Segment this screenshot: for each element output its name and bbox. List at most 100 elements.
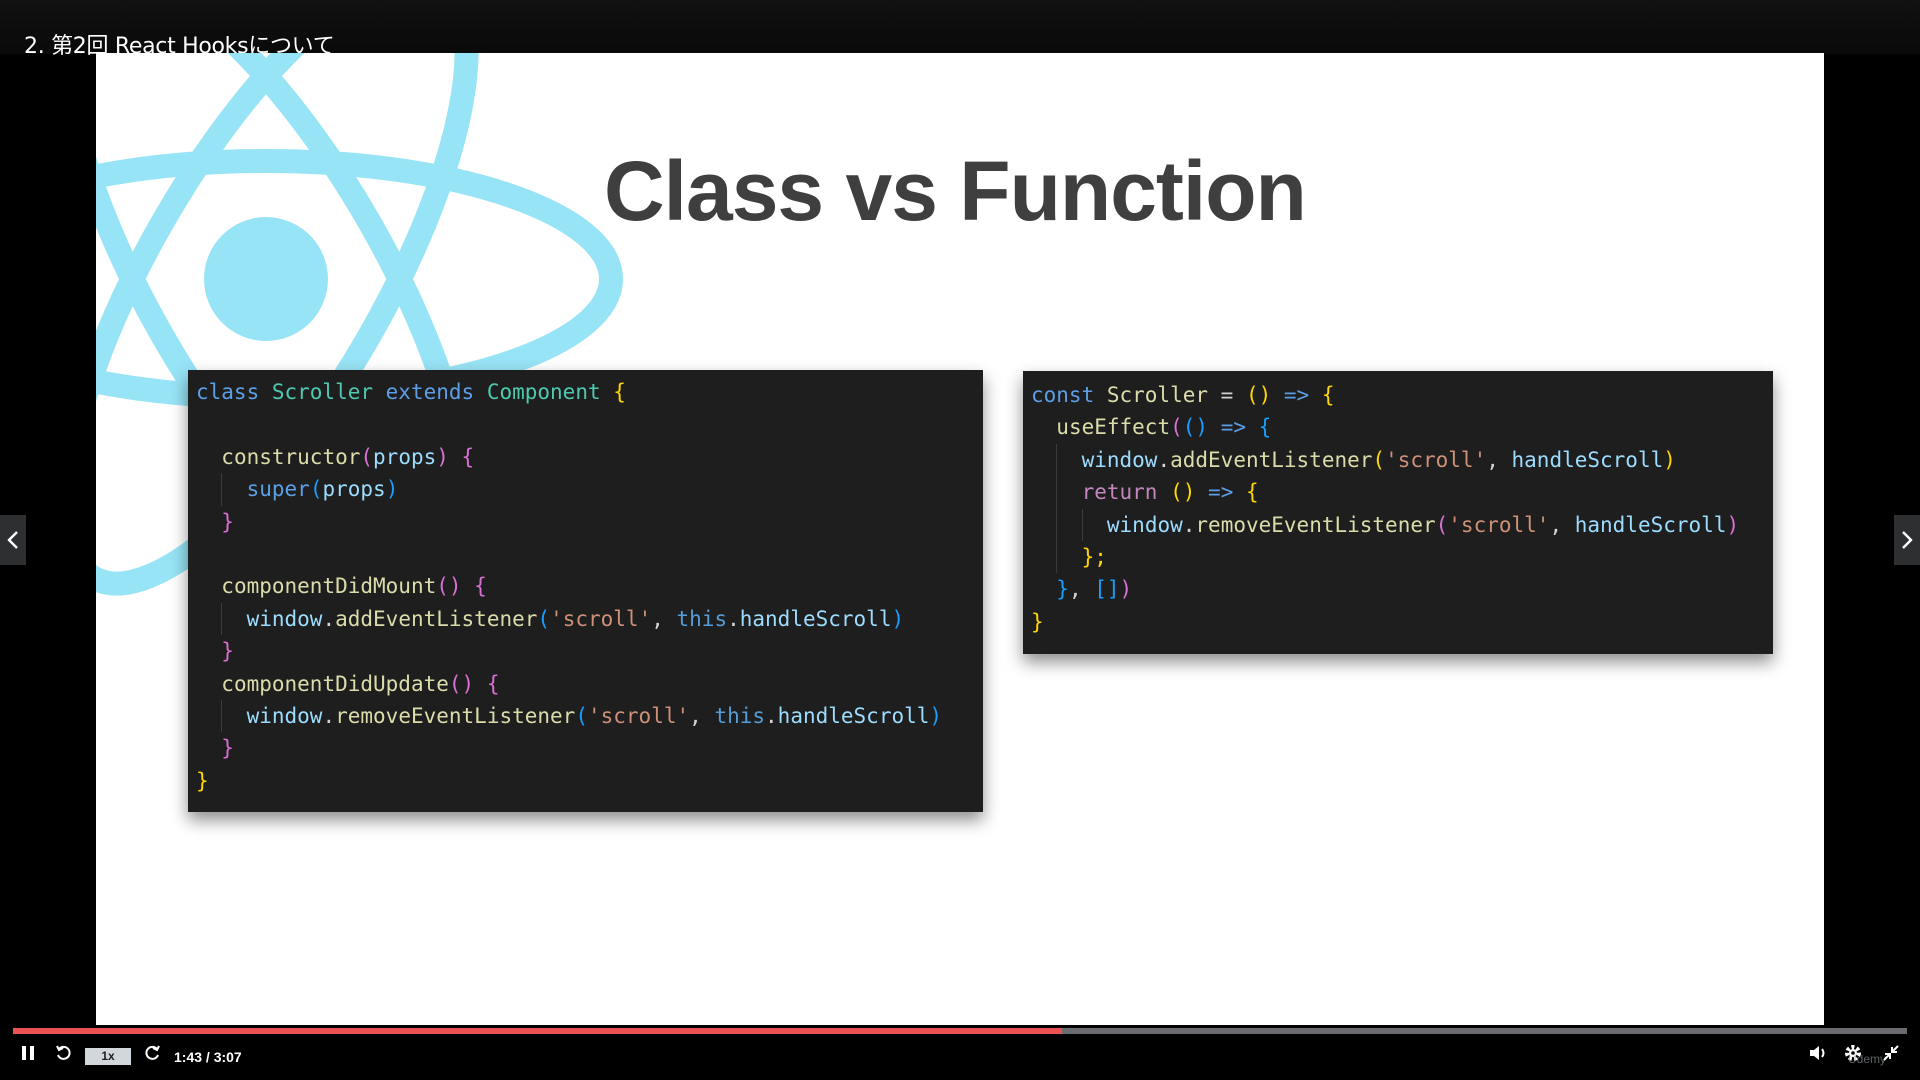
code-token: ( [1435,512,1449,537]
slide-title: Class vs Function [604,144,1307,238]
code-line: } [196,506,942,538]
code-line [196,538,942,570]
forward-button[interactable] [140,1041,164,1065]
pause-icon [22,1046,34,1060]
code-token: ) [436,444,462,469]
code-token: props [373,444,437,469]
indent-guide [1031,573,1056,605]
code-token: ( [309,477,323,502]
indent-guide [196,635,221,667]
code-line: }, []) [1031,573,1739,605]
chevron-right-icon [1902,531,1913,549]
code-token: this [714,703,766,728]
code-line: window.addEventListener('scroll', handle… [1031,443,1739,477]
code-token: { [461,444,475,469]
next-lecture-button[interactable] [1894,515,1920,565]
code-token: ) [1663,447,1676,472]
code-token: , [1549,512,1575,537]
indent-guide [221,473,246,506]
code-token: Scroller [1106,383,1221,407]
code-token: { [1321,383,1335,407]
code-token: return [1081,480,1171,505]
code-token: ( [575,703,588,728]
code-token: . [322,606,336,631]
time-display: 1:43 / 3:07 [174,1049,242,1065]
class-code-lines: class Scroller extends Component {constr… [196,376,942,797]
code-token: } [1031,609,1044,634]
code-token: handleScroll [1511,447,1664,472]
code-token: }; [1081,544,1107,569]
code-token: class [196,380,272,404]
exit-fullscreen-button[interactable] [1878,1041,1904,1065]
code-token: { [1258,415,1272,440]
code-line: } [196,635,942,667]
code-line: constructor(props) { [196,441,942,473]
code-token: } [1056,577,1069,602]
indent-guide [1031,411,1056,443]
code-token: . [322,703,336,728]
indent-guide [1031,509,1056,541]
indent-guide [196,668,221,700]
rewind-button[interactable] [52,1041,76,1065]
code-token: . [1157,447,1171,472]
function-component-code: const Scroller = () => {useEffect(() => … [1023,371,1773,654]
code-token: { [1245,480,1259,505]
code-token: => [1220,415,1259,440]
code-token: Scroller [271,380,386,404]
code-token: window [246,606,323,631]
code-token: ( [1372,447,1386,472]
code-token: . [727,606,740,631]
code-token: constructor [221,444,361,469]
code-token: ( [360,444,374,469]
code-token: () [1170,480,1209,505]
code-token: [] [1094,577,1120,602]
code-token: { [486,671,500,696]
indent-guide [196,603,221,635]
code-token: removeEventListener [335,703,576,728]
code-token: ) [1119,577,1133,602]
code-line: } [196,732,942,764]
react-nucleus [204,217,328,341]
code-token: => [1208,480,1246,505]
code-token: super [246,477,310,502]
code-token: Component [486,380,614,404]
progress-bar[interactable] [13,1028,1907,1034]
code-token: const [1031,383,1107,407]
code-token: addEventListener [1170,447,1373,472]
rewind-icon [56,1045,71,1060]
indent-guide [1056,540,1081,574]
code-line [196,408,942,440]
indent-guide [196,700,221,732]
indent-guide [196,538,221,570]
code-token: ( [537,606,551,631]
code-token: window [1106,512,1183,537]
indent-guide [1031,541,1056,573]
forward-icon [145,1045,160,1060]
video-slide[interactable]: Class vs Function class Scroller extends… [96,53,1824,1025]
code-token: } [221,639,234,664]
code-token: 'scroll' [1448,512,1550,537]
indent-guide [196,506,221,538]
code-token: componentDidUpdate [221,671,449,696]
indent-guide [1031,476,1056,508]
code-line: componentDidMount() { [196,570,942,602]
previous-lecture-button[interactable] [0,515,26,565]
indent-guide [196,570,221,602]
code-token: , [651,606,677,631]
code-token: ) [929,703,943,728]
indent-guide [221,602,246,636]
code-line: window.removeEventListener('scroll', thi… [196,699,943,733]
code-token: ) [1726,512,1740,537]
code-token: extends [385,380,487,404]
code-line: return () => { [1031,476,1739,509]
class-component-code: class Scroller extends Component {constr… [188,370,983,812]
volume-button[interactable] [1805,1041,1831,1065]
pause-button[interactable] [16,1041,40,1065]
code-token: () [1245,383,1284,407]
code-token: => [1283,383,1322,407]
code-token: , [689,703,715,728]
playback-speed-button[interactable]: 1x [85,1048,131,1065]
code-line: useEffect(() => { [1031,411,1739,443]
code-line: const Scroller = () => { [1031,379,1739,411]
code-token: () [1182,415,1221,440]
